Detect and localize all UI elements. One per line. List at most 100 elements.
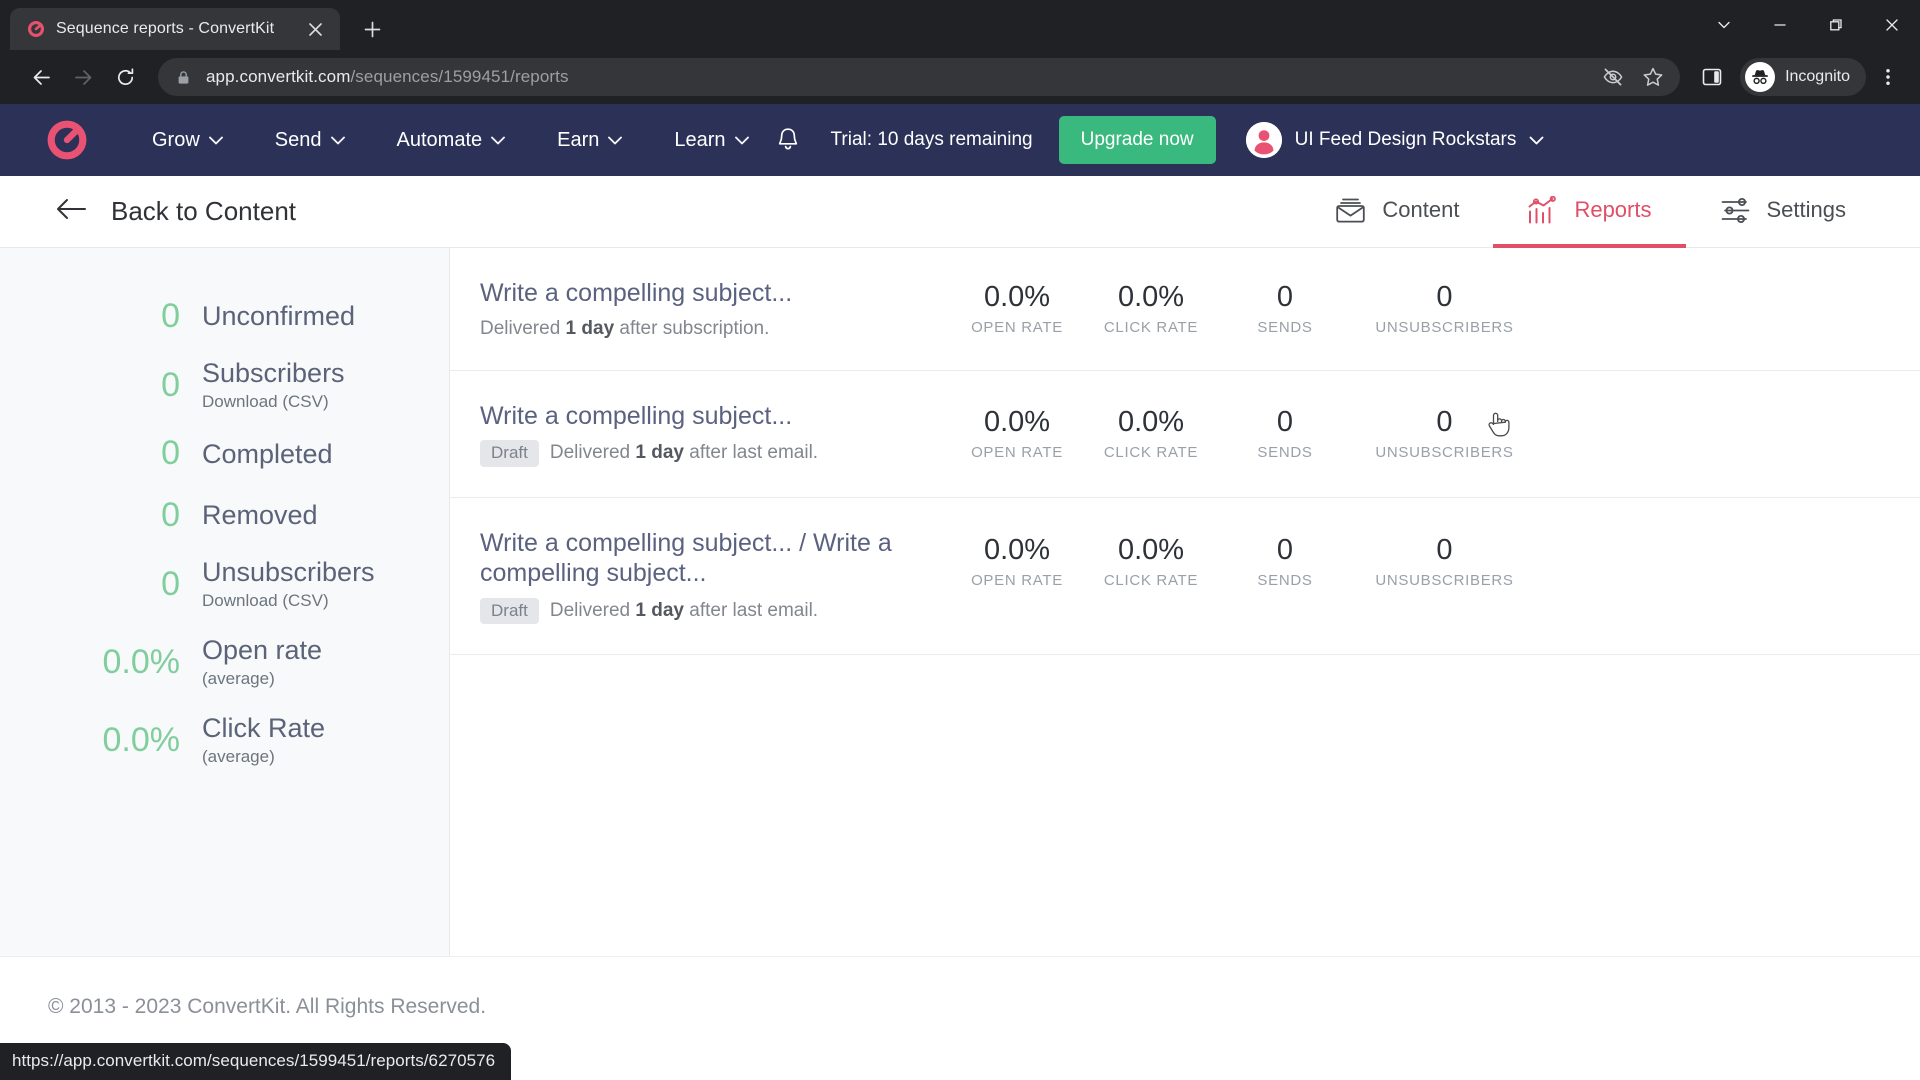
metric-value: 0.0%: [983, 281, 1051, 314]
incognito-label: Incognito: [1785, 68, 1850, 85]
metric-unsubscribers: 0 UNSUBSCRIBERS: [1352, 281, 1537, 336]
table-row[interactable]: Write a compelling subject... / Write a …: [450, 498, 1920, 656]
table-row[interactable]: Write a compelling subject... Delivered …: [450, 248, 1920, 371]
lock-icon: [176, 70, 192, 85]
minimize-icon[interactable]: [1752, 0, 1808, 50]
metric-value: 0.0%: [983, 405, 1051, 438]
email-title-link[interactable]: Write a compelling subject... / Write a …: [480, 528, 920, 589]
convertkit-logo[interactable]: [44, 117, 90, 163]
incognito-profile-button[interactable]: Incognito: [1740, 58, 1866, 96]
metric-unsubscribers: 0 UNSUBSCRIBERS: [1352, 406, 1537, 461]
delivery-strong: 1 day: [635, 600, 684, 622]
metric-open-rate: 0.0% OPEN RATE: [950, 534, 1084, 589]
delivery-prefix: Delivered: [549, 442, 636, 464]
third-party-cookie-blocked-icon[interactable]: [1596, 60, 1630, 94]
nav-item-earn[interactable]: Earn: [531, 104, 648, 176]
metric-value: 0.0%: [1117, 281, 1185, 314]
metric-open-rate: 0.0% OPEN RATE: [950, 406, 1084, 461]
omnibox-icons: [1596, 60, 1670, 94]
row-info: Write a compelling subject... Draft Deli…: [480, 401, 950, 467]
metric-label: OPEN RATE: [971, 444, 1063, 462]
upgrade-now-button[interactable]: Upgrade now: [1058, 116, 1216, 164]
stat-label: Completed: [202, 438, 333, 469]
metric-label: CLICK RATE: [1103, 572, 1199, 590]
browser-menu-icon[interactable]: [1868, 57, 1908, 97]
copyright-text: © 2013 - 2023 ConvertKit. All Rights Res…: [48, 994, 487, 1018]
table-row[interactable]: Write a compelling subject... Draft Deli…: [450, 371, 1920, 498]
stat-removed: 0 Removed: [0, 495, 449, 534]
reload-button[interactable]: [106, 58, 144, 96]
nav-item-label: Earn: [557, 128, 600, 151]
delivery-strong: 1 day: [635, 442, 684, 464]
stat-value: 0.0%: [102, 642, 181, 681]
chevron-down-icon: [208, 136, 223, 145]
nav-item-label: Learn: [674, 128, 726, 151]
status-badge: Draft: [480, 597, 539, 625]
metric-value: 0: [1436, 281, 1453, 314]
tab-settings[interactable]: Settings: [1686, 176, 1881, 248]
account-menu[interactable]: UI Feed Design Rockstars: [1245, 122, 1551, 158]
stat-open-rate: 0.0% Open rate (average): [0, 634, 449, 690]
download-csv-link[interactable]: Download (CSV): [202, 590, 375, 612]
incognito-avatar-icon: [1745, 62, 1776, 92]
stat-label: Unsubscribers: [202, 557, 375, 588]
row-meta: Draft Delivered 1 day after last email.: [480, 597, 920, 625]
envelope-icon: [1335, 197, 1366, 224]
delivery-suffix: after last email.: [683, 442, 819, 464]
delivery-text: Delivered 1 day after subscription.: [480, 318, 769, 340]
delivery-prefix: Delivered: [480, 317, 566, 339]
metric-open-rate: 0.0% OPEN RATE: [950, 281, 1084, 336]
forward-button[interactable]: [64, 58, 102, 96]
url-text: app.convertkit.com/sequences/1599451/rep…: [206, 67, 1582, 87]
download-csv-link[interactable]: Download (CSV): [202, 391, 345, 413]
back-button[interactable]: [22, 58, 60, 96]
stat-sublabel: (average): [202, 669, 275, 689]
email-title-link[interactable]: Write a compelling subject...: [480, 401, 920, 432]
tab-search-icon[interactable]: [1696, 0, 1752, 50]
metric-click-rate: 0.0% CLICK RATE: [1084, 406, 1218, 461]
metric-label: CLICK RATE: [1103, 319, 1199, 337]
arrow-left-icon: [56, 196, 86, 227]
metric-click-rate: 0.0% CLICK RATE: [1084, 281, 1218, 336]
maximize-icon[interactable]: [1808, 0, 1864, 50]
sequence-tabs: Content Reports Settings: [1301, 176, 1880, 248]
bookmark-star-icon[interactable]: [1636, 60, 1670, 94]
back-to-content-link[interactable]: Back to Content: [56, 196, 296, 227]
sequence-subheader: Back to Content Content Reports Settings: [0, 176, 1920, 248]
stat-value: 0: [161, 365, 180, 404]
page-footer: © 2013 - 2023 ConvertKit. All Rights Res…: [0, 956, 1920, 1056]
metric-label: UNSUBSCRIBERS: [1375, 319, 1514, 337]
tab-reports[interactable]: Reports: [1493, 176, 1686, 248]
nav-item-send[interactable]: Send: [249, 104, 371, 176]
nav-item-automate[interactable]: Automate: [371, 104, 532, 176]
account-name: UI Feed Design Rockstars: [1294, 129, 1517, 150]
tab-label: Reports: [1574, 197, 1652, 222]
row-meta: Draft Delivered 1 day after last email.: [480, 440, 920, 467]
close-window-icon[interactable]: [1864, 0, 1920, 50]
side-panel-icon[interactable]: [1692, 57, 1732, 97]
new-tab-button[interactable]: [354, 11, 390, 47]
tab-content[interactable]: Content: [1301, 176, 1493, 248]
stat-value: 0: [161, 495, 180, 534]
metric-unsubscribers: 0 UNSUBSCRIBERS: [1352, 534, 1537, 589]
nav-item-learn[interactable]: Learn: [648, 104, 774, 176]
nav-item-grow[interactable]: Grow: [126, 104, 249, 176]
metric-label: SENDS: [1257, 572, 1313, 590]
row-meta: Delivered 1 day after subscription.: [480, 318, 920, 340]
convertkit-logo-icon: [27, 20, 45, 38]
chevron-down-icon: [330, 136, 345, 145]
metric-value: 0: [1276, 405, 1294, 438]
browser-tab[interactable]: Sequence reports - ConvertKit: [10, 8, 340, 50]
delivery-text: Delivered 1 day after last email.: [550, 442, 818, 464]
notifications-bell-icon[interactable]: [775, 126, 801, 154]
metric-sends: 0 SENDS: [1218, 281, 1352, 336]
tab-label: Settings: [1766, 197, 1847, 222]
tab-close-icon[interactable]: [302, 16, 328, 42]
address-bar[interactable]: app.convertkit.com/sequences/1599451/rep…: [158, 58, 1681, 96]
stat-subscribers: 0 Subscribers Download (CSV): [0, 357, 449, 413]
row-info: Write a compelling subject... Delivered …: [480, 278, 950, 340]
chart-icon: [1527, 195, 1558, 225]
delivery-strong: 1 day: [565, 317, 615, 339]
url-path: /sequences/1599451/reports: [350, 67, 569, 86]
email-title-link[interactable]: Write a compelling subject...: [480, 278, 920, 309]
